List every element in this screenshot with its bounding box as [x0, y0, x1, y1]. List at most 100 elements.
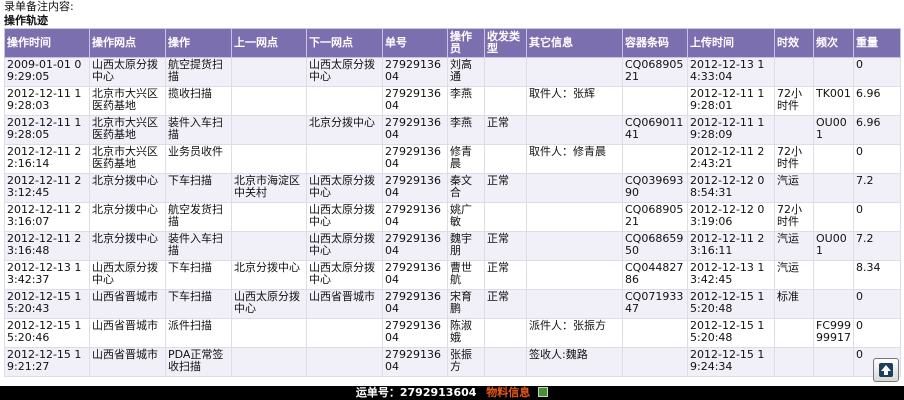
cell-upload: 2012-12-15 15:20:48: [687, 289, 775, 319]
back-to-top-button[interactable]: [873, 358, 899, 382]
cell-operator: 姚广敏: [447, 202, 485, 232]
cell-time: 2012-12-13 13:42:37: [4, 260, 90, 290]
cell-no: 2792913604: [382, 289, 448, 319]
cell-type: [484, 57, 527, 87]
cell-other: [526, 115, 623, 145]
cell-other: 派件人：张振方: [526, 318, 623, 348]
cell-freq: [813, 289, 854, 319]
cell-time: 2012-12-11 23:16:07: [4, 202, 90, 232]
table-row: 2009-01-01 09:29:05 山西太原分拨中心 航空提货扫描 山西太原分拨中…: [4, 57, 901, 87]
cell-type: [484, 86, 527, 116]
table-row: 2012-12-11 22:16:14 北京市大兴区医药基地 业务员收件 279291…: [4, 144, 901, 174]
cell-next: 山西省晋城市: [306, 289, 383, 319]
cell-site: 北京市大兴区医药基地: [89, 115, 166, 145]
cell-time: 2009-01-01 09:29:05: [4, 57, 90, 87]
cell-freq: [813, 202, 854, 232]
col-header-other: 其它信息: [526, 28, 623, 58]
cell-next: 山西太原分拨中心: [306, 260, 383, 290]
table-row: 2012-12-13 13:42:37 山西太原分拨中心 下车扫描 北京分拨中心 山西太…: [4, 260, 901, 290]
cell-eff: [774, 115, 814, 145]
cell-time: 2012-12-11 22:16:14: [4, 144, 90, 174]
cell-time: 2012-12-11 23:16:48: [4, 231, 90, 261]
arrow-up-icon: [879, 363, 893, 377]
cell-type: 正常: [484, 260, 527, 290]
cell-eff: 72小时件: [774, 144, 814, 174]
cell-site: 北京市大兴区医药基地: [89, 86, 166, 116]
cell-time: 2012-12-15 15:20:43: [4, 289, 90, 319]
cell-weight: 0: [853, 144, 901, 174]
col-header-type: 收发类型: [484, 28, 527, 58]
cell-no: 2792913604: [382, 57, 448, 87]
cell-op: 装件入车扫描: [165, 115, 232, 145]
cell-site: 山西省晋城市: [89, 347, 166, 377]
col-header-container: 容器条码: [622, 28, 688, 58]
cell-type: 正常: [484, 231, 527, 261]
table-row: 2012-12-15 15:20:43 山西省晋城市 下车扫描 山西太原分拨中心 山西省…: [4, 289, 901, 319]
cell-container: CQ07193347: [622, 289, 688, 319]
cell-container: CQ06890521: [622, 202, 688, 232]
cell-no: 2792913604: [382, 347, 448, 377]
cell-container: CQ06865950: [622, 231, 688, 261]
cell-next: 山西太原分拨中心: [306, 173, 383, 203]
cell-upload: 2012-12-11 22:43:21: [687, 144, 775, 174]
cell-next: 北京分拨中心: [306, 115, 383, 145]
cell-weight: 6.96: [853, 86, 901, 116]
cell-prev: [231, 318, 307, 348]
cell-operator: 刘高通: [447, 57, 485, 87]
cell-other: [526, 231, 623, 261]
col-header-upload: 上传时间: [687, 28, 775, 58]
cell-eff: 汽运: [774, 260, 814, 290]
col-header-operator: 操作员: [447, 28, 485, 58]
cell-op: PDA正常签收扫描: [165, 347, 232, 377]
cell-freq: [813, 144, 854, 174]
cell-no: 2792913604: [382, 115, 448, 145]
cell-upload: 2012-12-12 08:54:31: [687, 173, 775, 203]
cell-container: CQ03969390: [622, 173, 688, 203]
material-info-link[interactable]: 物料信息: [486, 386, 530, 399]
cell-operator: 陈淑娥: [447, 318, 485, 348]
cell-next: 山西太原分拨中心: [306, 57, 383, 87]
table-row: 2012-12-15 15:20:46 山西省晋城市 派件扫描 2792913604 陈…: [4, 318, 901, 348]
cell-freq: [813, 57, 854, 87]
cell-site: 北京市大兴区医药基地: [89, 144, 166, 174]
waybill-number: 2792913604: [399, 386, 477, 399]
cell-site: 山西省晋城市: [89, 289, 166, 319]
cell-freq: [813, 173, 854, 203]
col-header-site: 操作网点: [89, 28, 166, 58]
cell-other: [526, 289, 623, 319]
table-row: 2012-12-11 19:28:05 北京市大兴区医药基地 装件入车扫描 北京分拨中…: [4, 115, 901, 145]
cell-container: CQ06901141: [622, 115, 688, 145]
cell-prev: [231, 86, 307, 116]
cell-operator: 宋育鹏: [447, 289, 485, 319]
cell-freq: [813, 347, 854, 377]
cell-container: CQ04482786: [622, 260, 688, 290]
cell-eff: [774, 318, 814, 348]
cell-container: [622, 86, 688, 116]
cell-type: 正常: [484, 289, 527, 319]
cell-op: 业务员收件: [165, 144, 232, 174]
cell-other: [526, 260, 623, 290]
cell-other: 取件人：修青晨: [526, 144, 623, 174]
section-title: 操作轨迹: [4, 14, 48, 27]
cell-upload: 2012-12-11 19:28:01: [687, 86, 775, 116]
cell-upload: 2012-12-11 23:16:11: [687, 231, 775, 261]
cell-weight: 0: [853, 318, 901, 348]
cell-type: 正常: [484, 173, 527, 203]
cell-next: 山西太原分拨中心: [306, 202, 383, 232]
col-header-op: 操作: [165, 28, 232, 58]
cell-other: [526, 57, 623, 87]
cell-operator: 秦文合: [447, 173, 485, 203]
table-row: 2012-12-11 23:16:07 北京分拨中心 航空发货扫描 山西太原分拨中心 2…: [4, 202, 901, 232]
cell-weight: 8.34: [853, 260, 901, 290]
cell-upload: 2012-12-12 03:19:06: [687, 202, 775, 232]
cell-eff: 72小时件: [774, 202, 814, 232]
cell-site: 北京分拨中心: [89, 173, 166, 203]
cell-upload: 2012-12-15 15:20:48: [687, 318, 775, 348]
cell-other: 签收人:魏路: [526, 347, 623, 377]
cell-time: 2012-12-15 19:21:27: [4, 347, 90, 377]
cell-next: 山西太原分拨中心: [306, 231, 383, 261]
cell-type: [484, 202, 527, 232]
cell-weight: 6.96: [853, 115, 901, 145]
cell-prev: [231, 57, 307, 87]
cell-weight: 7.2: [853, 231, 901, 261]
